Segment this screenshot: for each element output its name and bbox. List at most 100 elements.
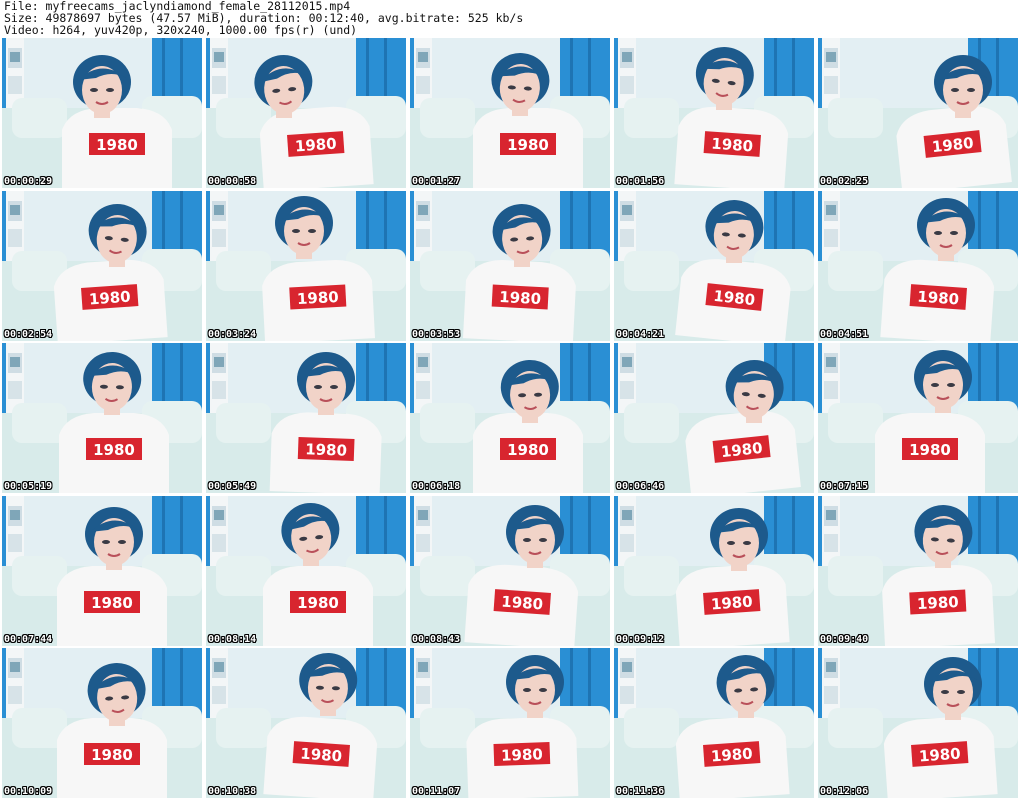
video-thumbnail: 1980 00:00:58 — [206, 38, 406, 188]
video-thumbnail: 1980 00:02:54 — [2, 190, 202, 341]
shirt-print-text: 1980 — [305, 440, 347, 459]
video-thumbnail: 1980 00:01:56 — [614, 38, 814, 188]
shirt-print-text: 1980 — [918, 745, 961, 766]
shirt-print-text: 1980 — [96, 136, 138, 154]
thumbnail-frame: 1980 — [206, 190, 406, 341]
thumbnail-frame: 1980 — [206, 648, 406, 798]
timestamp-label: 00:12:06 — [820, 786, 869, 797]
timestamp-label: 00:08:14 — [208, 633, 257, 645]
timestamp-label: 00:01:27 — [412, 176, 461, 187]
thumbnail-frame: 1980 — [818, 38, 1018, 188]
video-thumbnail: 1980 00:08:14 — [206, 495, 406, 646]
shirt-print-text: 1980 — [909, 441, 951, 459]
timestamp-label: 00:08:43 — [412, 633, 461, 645]
timestamp-label: 00:10:09 — [4, 786, 53, 797]
timestamp-label: 00:02:54 — [4, 328, 53, 340]
shirt-print-text: 1980 — [499, 287, 542, 307]
timestamp-label: 00:06:18 — [412, 481, 461, 492]
thumbnail-frame: 1980 — [2, 38, 202, 188]
timestamp-label: 00:00:29 — [4, 176, 53, 187]
thumbnail-frame: 1980 — [818, 343, 1018, 493]
thumbnail-grid: 1980 00:00:29 1980 00:00:58 1980 00:01:2… — [2, 38, 1022, 798]
thumbnail-frame: 1980 — [410, 190, 610, 341]
timestamp-label: 00:07:44 — [4, 633, 53, 645]
video-thumbnail: 1980 00:03:53 — [410, 190, 610, 341]
shirt-print-text: 1980 — [91, 594, 133, 612]
file-info-header: File: myfreecams_jaclyndiamond_female_28… — [4, 0, 1020, 36]
thumbnail-frame: 1980 — [206, 343, 406, 493]
timestamp-label: 00:04:21 — [616, 328, 665, 340]
shirt-print-text: 1980 — [710, 592, 753, 613]
video-thumbnail: 1980 00:09:40 — [818, 495, 1018, 646]
shirt-print-text: 1980 — [297, 287, 340, 307]
shirt-print-text: 1980 — [507, 136, 549, 154]
shirt-print-text: 1980 — [917, 287, 960, 308]
thumbnail-frame: 1980 — [614, 495, 814, 646]
thumbnail-frame: 1980 — [2, 648, 202, 798]
video-thumbnail: 1980 00:04:21 — [614, 190, 814, 341]
timestamp-label: 00:11:36 — [616, 786, 665, 797]
video-thumbnail: 1980 00:11:36 — [614, 648, 814, 798]
thumbnail-frame: 1980 — [410, 648, 610, 798]
timestamp-label: 00:03:53 — [412, 328, 461, 340]
video-thumbnail: 1980 00:06:18 — [410, 343, 610, 493]
video-thumbnail: 1980 00:08:43 — [410, 495, 610, 646]
shirt-print-text: 1980 — [507, 441, 549, 459]
shirt-print-text: 1980 — [917, 592, 960, 612]
timestamp-label: 00:07:15 — [820, 481, 869, 492]
timestamp-label: 00:04:51 — [820, 328, 869, 340]
video-thumbnail: 1980 00:04:51 — [818, 190, 1018, 341]
video-thumbnail: 1980 00:00:29 — [2, 38, 202, 188]
shirt-print-text: 1980 — [300, 745, 343, 766]
shirt-print-text: 1980 — [710, 745, 753, 766]
thumbnail-frame: 1980 — [614, 648, 814, 798]
timestamp-label: 00:05:49 — [208, 481, 257, 492]
shirt-print-text: 1980 — [91, 746, 133, 764]
video-thumbnail: 1980 00:09:12 — [614, 495, 814, 646]
thumbnail-frame: 1980 — [206, 38, 406, 188]
thumbnail-frame: 1980 — [206, 495, 406, 646]
thumbnail-frame: 1980 — [410, 38, 610, 188]
shirt-print-text: 1980 — [501, 592, 544, 613]
shirt-print-text: 1980 — [93, 441, 135, 459]
thumbnail-frame: 1980 — [818, 495, 1018, 646]
thumbnail-frame: 1980 — [818, 190, 1018, 341]
video-thumbnail: 1980 00:02:25 — [818, 38, 1018, 188]
thumbnail-frame: 1980 — [2, 190, 202, 341]
timestamp-label: 00:00:58 — [208, 176, 257, 187]
shirt-print-text: 1980 — [711, 135, 754, 156]
video-thumbnail: 1980 00:03:24 — [206, 190, 406, 341]
video-thumbnail: 1980 00:05:49 — [206, 343, 406, 493]
thumbnail-frame: 1980 — [818, 648, 1018, 798]
thumbnail-frame: 1980 — [614, 190, 814, 341]
timestamp-label: 00:06:46 — [616, 481, 665, 492]
video-thumbnail: 1980 00:12:06 — [818, 648, 1018, 798]
shirt-print-text: 1980 — [501, 745, 543, 764]
video-thumbnail: 1980 00:10:38 — [206, 648, 406, 798]
video-thumbnail: 1980 00:06:46 — [614, 343, 814, 493]
video-thumbnail: 1980 00:07:15 — [818, 343, 1018, 493]
video-thumbnail: 1980 00:07:44 — [2, 495, 202, 646]
timestamp-label: 00:11:07 — [412, 786, 461, 797]
timestamp-label: 00:09:12 — [616, 633, 665, 645]
thumbnail-frame: 1980 — [410, 495, 610, 646]
video-info-line: Video: h264, yuv420p, 320x240, 1000.00 f… — [4, 23, 358, 37]
video-thumbnail: 1980 00:05:19 — [2, 343, 202, 493]
shirt-print-text: 1980 — [294, 135, 337, 156]
timestamp-label: 00:02:25 — [820, 176, 869, 187]
timestamp-label: 00:01:56 — [616, 176, 665, 187]
video-thumbnail: 1980 00:10:09 — [2, 648, 202, 798]
thumbnail-frame: 1980 — [614, 343, 814, 493]
timestamp-label: 00:10:38 — [208, 786, 257, 797]
thumbnail-frame: 1980 — [410, 343, 610, 493]
thumbnail-frame: 1980 — [2, 495, 202, 646]
thumbnail-frame: 1980 — [614, 38, 814, 188]
timestamp-label: 00:05:19 — [4, 481, 53, 492]
video-thumbnail: 1980 00:01:27 — [410, 38, 610, 188]
video-thumbnail: 1980 00:11:07 — [410, 648, 610, 798]
shirt-print-text: 1980 — [297, 594, 339, 612]
thumbnail-frame: 1980 — [2, 343, 202, 493]
shirt-print-text: 1980 — [88, 287, 131, 308]
timestamp-label: 00:03:24 — [208, 328, 257, 340]
timestamp-label: 00:09:40 — [820, 633, 869, 645]
